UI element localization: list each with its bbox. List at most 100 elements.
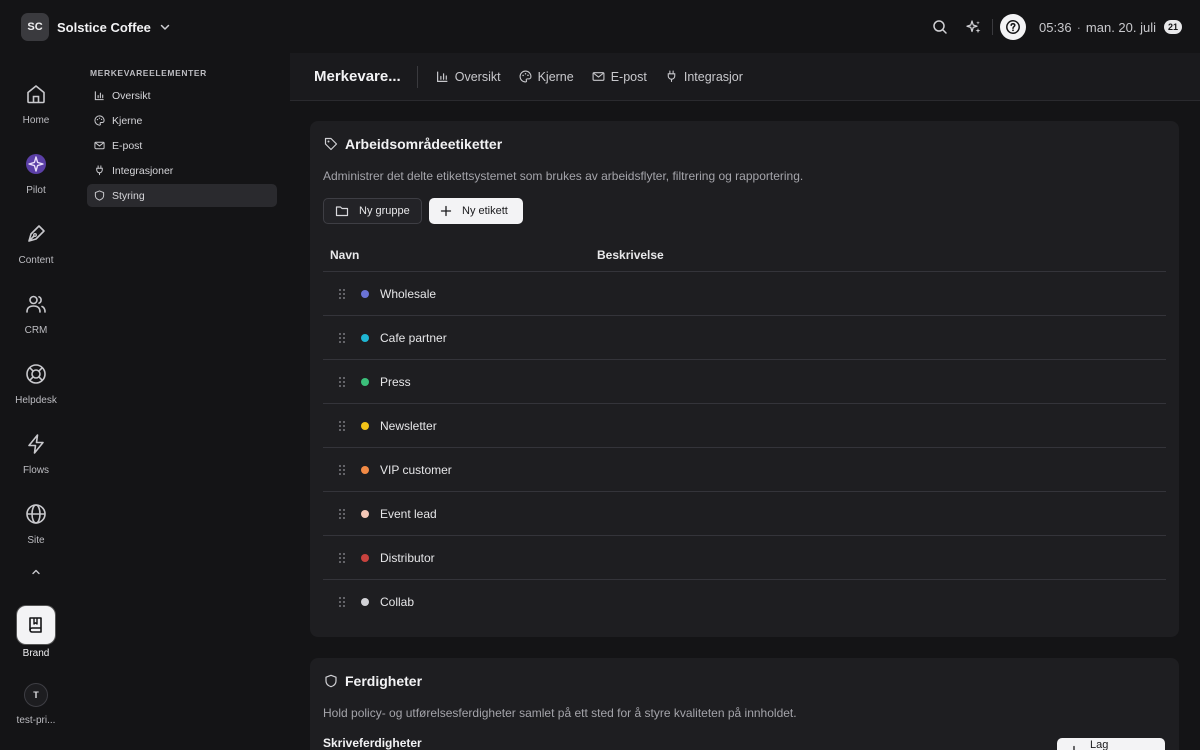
subnav-item-epost[interactable]: E-post: [87, 134, 277, 157]
column-header-description[interactable]: Beskrivelse: [597, 248, 664, 262]
new-tag-button[interactable]: Ny etikett: [429, 198, 523, 224]
table-row[interactable]: Wholesale: [323, 271, 1166, 315]
tag-color-swatch: [361, 597, 369, 606]
rail-item-crm[interactable]: CRM: [0, 289, 72, 336]
table-row[interactable]: Cafe partner: [323, 315, 1166, 359]
create-skill-button[interactable]: Lag ferdighet: [1057, 738, 1165, 750]
rail-item-home[interactable]: Home: [0, 79, 72, 126]
rail-collapse-button[interactable]: [0, 567, 72, 577]
table-row[interactable]: VIP customer: [323, 447, 1166, 491]
drag-handle-icon[interactable]: [338, 332, 346, 344]
rail-item-content[interactable]: Content: [0, 219, 72, 266]
brand-button[interactable]: [17, 606, 55, 644]
tab-kjerne[interactable]: Kjerne: [519, 70, 574, 84]
top-bar: SC Solstice Coffee 05:36 · man. 20. juli: [0, 0, 1200, 53]
plug-icon: [94, 165, 112, 176]
subnav-label: Styring: [112, 189, 145, 202]
rail-item-pilot[interactable]: Pilot: [0, 149, 72, 196]
table-row[interactable]: Newsletter: [323, 403, 1166, 447]
subnav-item-styring[interactable]: Styring: [87, 184, 277, 207]
bolt-icon: [21, 429, 51, 459]
tag-icon: [324, 137, 345, 151]
help-button[interactable]: [1000, 14, 1027, 40]
rail-item-helpdesk[interactable]: Helpdesk: [0, 359, 72, 406]
table-row[interactable]: Collab: [323, 579, 1166, 623]
tab-label: E-post: [610, 69, 647, 84]
rail-item-user[interactable]: T test-pri...: [0, 683, 72, 726]
help-icon: [1005, 19, 1021, 35]
bar-chart-icon: [94, 90, 112, 101]
ai-assistant-button[interactable]: [960, 13, 988, 41]
drag-handle-icon[interactable]: [338, 420, 346, 432]
folder-icon: [335, 204, 359, 218]
rail-label: Home: [22, 115, 50, 126]
page-title: Merkevare...: [314, 68, 401, 85]
subnav-item-integrasjoner[interactable]: Integrasjoner: [87, 159, 277, 182]
drag-handle-icon[interactable]: [338, 596, 346, 608]
tab-label: Integrasjor: [683, 69, 743, 84]
skills-card: Ferdigheter Hold policy- og utførelsesfe…: [310, 658, 1179, 750]
tab-label: Kjerne: [537, 69, 574, 84]
drag-handle-icon[interactable]: [338, 376, 346, 388]
book-icon: [26, 615, 46, 635]
subnav-title: MERKEVAREELEMENTER: [90, 68, 207, 78]
new-group-button[interactable]: Ny gruppe: [323, 198, 422, 224]
table-row[interactable]: Distributor: [323, 535, 1166, 579]
shield-icon: [324, 674, 345, 688]
rail-item-brand[interactable]: Brand: [0, 606, 72, 659]
tab-epost[interactable]: E-post: [592, 70, 647, 84]
card-title-text: Arbeidsområdeetiketter: [345, 136, 503, 152]
subnav-label: E-post: [112, 139, 143, 152]
user-label: test-pri...: [16, 715, 56, 726]
tag-color-swatch: [361, 509, 369, 518]
tab-oversikt[interactable]: Oversikt: [436, 70, 501, 84]
tag-color-swatch: [361, 289, 369, 298]
tag-name: VIP customer: [380, 462, 452, 477]
palette-icon: [519, 70, 538, 83]
chevron-down-icon: [159, 21, 171, 33]
column-header-name[interactable]: Navn: [330, 248, 359, 262]
drag-handle-icon[interactable]: [338, 508, 346, 520]
tab-integrasjoner[interactable]: Integrasjor: [665, 70, 743, 84]
tag-color-swatch: [361, 553, 369, 562]
home-icon: [21, 79, 51, 109]
subnav-label: Integrasjoner: [112, 164, 174, 177]
card-description: Hold policy- og utførelsesferdigheter sa…: [323, 706, 797, 720]
plus-icon: [440, 205, 462, 217]
rail-label: Content: [18, 255, 54, 266]
tag-name: Wholesale: [380, 286, 437, 301]
topbar-actions: 05:36 · man. 20. juli 21: [926, 13, 1182, 41]
pilot-icon: [21, 149, 51, 179]
search-button[interactable]: [926, 13, 954, 41]
card-description: Administrer det delte etikettsystemet so…: [323, 169, 804, 183]
table-row[interactable]: Press: [323, 359, 1166, 403]
main-header: Merkevare... Oversikt Kjerne E-post Inte…: [290, 53, 1200, 101]
lifebuoy-icon: [21, 359, 51, 389]
drag-handle-icon[interactable]: [338, 552, 346, 564]
drag-handle-icon[interactable]: [338, 464, 346, 476]
table-row[interactable]: Event lead: [323, 491, 1166, 535]
clock-separator: ·: [1076, 19, 1081, 35]
rail-label-brand: Brand: [22, 648, 50, 659]
tag-name: Collab: [380, 594, 415, 609]
tag-color-swatch: [361, 421, 369, 430]
tag-color-swatch: [361, 465, 369, 474]
bar-chart-icon: [436, 70, 455, 83]
drag-handle-icon[interactable]: [338, 288, 346, 300]
subnav-item-oversikt[interactable]: Oversikt: [87, 84, 277, 107]
rail-label: Pilot: [26, 185, 46, 196]
tag-color-swatch: [361, 333, 369, 342]
button-label: Lag ferdighet: [1090, 739, 1109, 750]
tag-color-swatch: [361, 377, 369, 386]
rail-item-flows[interactable]: Flows: [0, 429, 72, 476]
card-title-text: Ferdigheter: [345, 673, 423, 689]
workspace-switcher[interactable]: SC Solstice Coffee: [21, 13, 171, 41]
subnav-item-kjerne[interactable]: Kjerne: [87, 109, 277, 132]
rail-item-site[interactable]: Site: [0, 499, 72, 546]
users-icon: [21, 289, 51, 319]
globe-icon: [21, 499, 51, 529]
chevron-up-icon: [31, 567, 41, 577]
tag-name: Newsletter: [380, 418, 437, 433]
rail-label: Site: [27, 535, 45, 546]
shield-icon: [94, 190, 112, 201]
